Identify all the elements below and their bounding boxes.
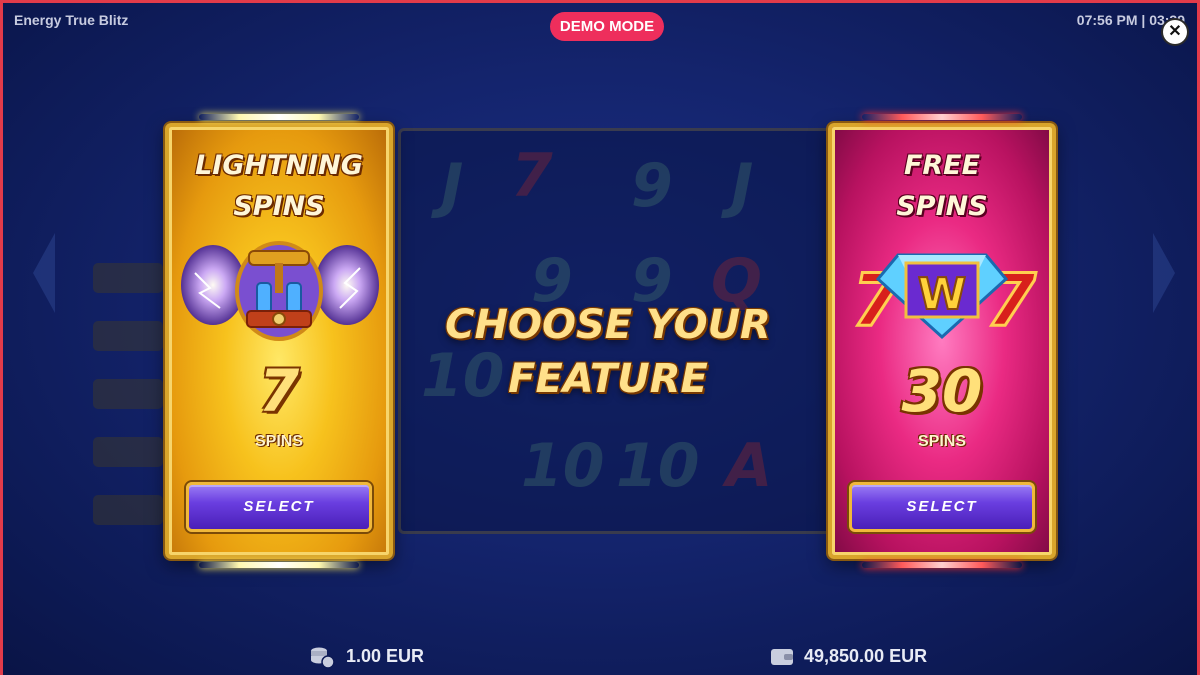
diamond-w-icon: 7 7 W	[851, 253, 1038, 343]
background-paytable-badge	[93, 379, 163, 409]
background-paytable-badge	[93, 321, 163, 351]
background-left-arrow	[33, 233, 55, 313]
card-title-line-1: FREE	[903, 150, 981, 181]
reel-symbol: J	[731, 151, 754, 221]
tesla-coil-icon	[181, 241, 379, 341]
choose-feature-heading: CHOOSE YOUR FEATURE	[403, 298, 813, 406]
select-free-spins-button[interactable]: SELECT	[849, 482, 1035, 532]
svg-text:W: W	[918, 269, 967, 320]
reel-symbol: 10	[616, 431, 700, 501]
game-screen: J 7 9 J 9 9 Q 10 10 10 A Energy True Bli…	[0, 0, 1200, 675]
heading-line-2: FEATURE	[508, 356, 708, 402]
wallet-icon	[771, 649, 793, 665]
background-logo	[103, 118, 163, 218]
reel-symbol: J	[441, 151, 464, 221]
spin-count-label: SPINS	[254, 433, 303, 450]
lightning-bolt-bottom	[862, 562, 1022, 568]
reel-symbol: A	[726, 431, 773, 501]
background-right-arrow	[1153, 233, 1175, 313]
background-paytable-badge	[93, 437, 163, 467]
card-title: FREE SPINS	[832, 145, 1052, 227]
game-title: Energy True Blitz	[14, 12, 129, 28]
reel-symbol: 9	[631, 151, 673, 221]
spin-count: 7	[258, 357, 300, 425]
card-title-line-2: SPINS	[233, 191, 325, 222]
lightning-bolt-top	[199, 114, 359, 120]
background-paytable-badge	[93, 495, 163, 525]
card-title: LIGHTNING SPINS	[169, 145, 389, 227]
card-title-line-2: SPINS	[896, 191, 988, 222]
lightning-spins-card[interactable]: LIGHTNING SPINS 7 SPINS SELECT	[165, 114, 393, 568]
demo-mode-badge: DEMO MODE	[550, 12, 664, 41]
close-icon[interactable]: ✕	[1163, 20, 1187, 44]
lightning-bolt-bottom	[199, 562, 359, 568]
spin-count: 30	[901, 357, 983, 425]
free-spins-card[interactable]: FREE SPINS 7 7 W 30 SPINS SELECT	[828, 114, 1056, 568]
lightning-bolt-top	[862, 114, 1022, 120]
bet-amount[interactable]: 1.00 EUR	[346, 646, 424, 667]
reel-symbol: 10	[521, 431, 605, 501]
card-title-line-1: LIGHTNING	[195, 150, 363, 181]
background-paytable-badge	[93, 263, 163, 293]
spin-count-label: SPINS	[917, 433, 966, 450]
heading-line-1: CHOOSE YOUR	[445, 302, 771, 348]
balance-amount: 49,850.00 EUR	[804, 646, 928, 666]
coins-icon	[311, 647, 335, 669]
reel-symbol: 7	[511, 141, 553, 211]
select-lightning-spins-button[interactable]: SELECT	[186, 482, 372, 532]
